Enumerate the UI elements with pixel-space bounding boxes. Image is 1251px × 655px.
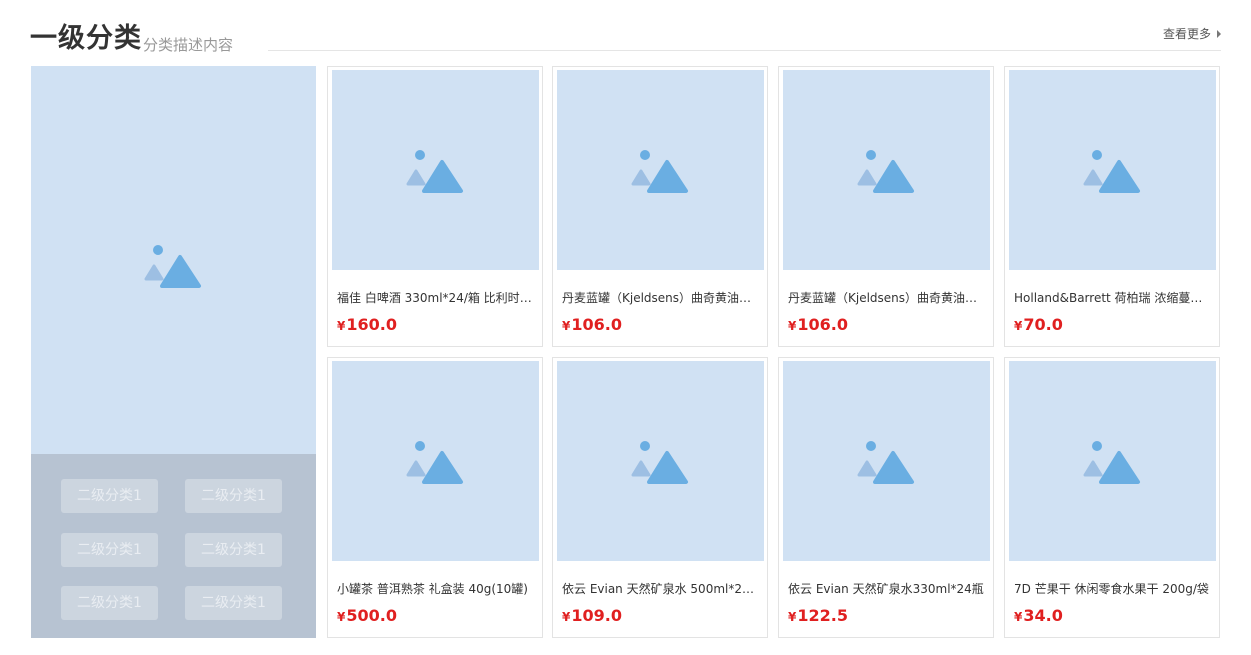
caret-right-icon xyxy=(1217,30,1221,38)
product-card[interactable]: 福佳 白啤酒 330ml*24/箱 比利时进口 ¥160.0 xyxy=(327,66,543,347)
currency-symbol: ¥ xyxy=(337,319,346,333)
product-name[interactable]: 小罐茶 普洱熟茶 礼盒装 40g(10罐) xyxy=(337,581,533,597)
image-placeholder-icon xyxy=(1083,441,1140,484)
product-image[interactable] xyxy=(1009,70,1216,270)
subcategory-button[interactable]: 二级分类1 xyxy=(61,586,158,620)
product-card[interactable]: 依云 Evian 天然矿泉水 500ml*24瓶 ¥109.0 xyxy=(552,357,768,638)
product-card[interactable]: 依云 Evian 天然矿泉水330ml*24瓶 ¥122.5 xyxy=(778,357,994,638)
product-name[interactable]: 丹麦蓝罐（Kjeldsens）曲奇黄油饼干 xyxy=(788,290,984,306)
subcategory-button[interactable]: 二级分类1 xyxy=(61,533,158,567)
currency-symbol: ¥ xyxy=(562,319,571,333)
currency-symbol: ¥ xyxy=(788,610,797,624)
image-placeholder-icon xyxy=(144,245,201,288)
product-price: ¥122.5 xyxy=(788,606,848,627)
product-card[interactable]: Holland&Barrett 荷柏瑞 浓缩蔓越莓 ¥70.0 xyxy=(1004,66,1220,347)
price-value: 122.5 xyxy=(797,606,848,625)
subcategory-panel: 二级分类1 二级分类1 二级分类1 二级分类1 二级分类1 二级分类1 xyxy=(31,454,316,638)
currency-symbol: ¥ xyxy=(562,610,571,624)
product-image[interactable] xyxy=(332,70,539,270)
subcategory-button[interactable]: 二级分类1 xyxy=(61,479,158,513)
price-value: 500.0 xyxy=(346,606,397,625)
product-card[interactable]: 7D 芒果干 休闲零食水果干 200g/袋 ¥34.0 xyxy=(1004,357,1220,638)
product-name[interactable]: 福佳 白啤酒 330ml*24/箱 比利时进口 xyxy=(337,290,533,306)
image-placeholder-icon xyxy=(406,441,463,484)
subcategory-button[interactable]: 二级分类1 xyxy=(185,479,282,513)
view-more-link[interactable]: 查看更多 xyxy=(1163,26,1221,42)
currency-symbol: ¥ xyxy=(337,610,346,624)
product-price: ¥106.0 xyxy=(788,315,848,336)
product-price: ¥160.0 xyxy=(337,315,397,336)
product-price: ¥500.0 xyxy=(337,606,397,627)
product-image[interactable] xyxy=(783,361,990,561)
header-divider xyxy=(268,50,1221,51)
product-image[interactable] xyxy=(557,70,764,270)
product-price: ¥109.0 xyxy=(562,606,622,627)
product-image[interactable] xyxy=(1009,361,1216,561)
image-placeholder-icon xyxy=(631,441,688,484)
product-image[interactable] xyxy=(332,361,539,561)
category-banner[interactable]: 二级分类1 二级分类1 二级分类1 二级分类1 二级分类1 二级分类1 xyxy=(31,66,316,638)
price-value: 106.0 xyxy=(797,315,848,334)
product-name[interactable]: 7D 芒果干 休闲零食水果干 200g/袋 xyxy=(1014,581,1210,597)
currency-symbol: ¥ xyxy=(1014,319,1023,333)
subcategory-button[interactable]: 二级分类1 xyxy=(185,586,282,620)
image-placeholder-icon xyxy=(1083,150,1140,193)
product-price: ¥70.0 xyxy=(1014,315,1063,336)
category-title: 一级分类 xyxy=(30,23,142,54)
price-value: 160.0 xyxy=(346,315,397,334)
product-name[interactable]: 丹麦蓝罐（Kjeldsens）曲奇黄油饼干 xyxy=(562,290,758,306)
price-value: 34.0 xyxy=(1023,606,1063,625)
product-image[interactable] xyxy=(557,361,764,561)
image-placeholder-icon xyxy=(857,441,914,484)
view-more-label: 查看更多 xyxy=(1162,27,1211,41)
product-name[interactable]: Holland&Barrett 荷柏瑞 浓缩蔓越莓 xyxy=(1014,290,1210,306)
image-placeholder-icon xyxy=(857,150,914,193)
product-card[interactable]: 小罐茶 普洱熟茶 礼盒装 40g(10罐) ¥500.0 xyxy=(327,357,543,638)
product-card[interactable]: 丹麦蓝罐（Kjeldsens）曲奇黄油饼干 ¥106.0 xyxy=(552,66,768,347)
image-placeholder-icon xyxy=(406,150,463,193)
section-header: 一级分类 分类描述内容 查看更多 xyxy=(30,22,1221,54)
product-name[interactable]: 依云 Evian 天然矿泉水 500ml*24瓶 xyxy=(562,581,758,597)
product-card[interactable]: 丹麦蓝罐（Kjeldsens）曲奇黄油饼干 ¥106.0 xyxy=(778,66,994,347)
product-image[interactable] xyxy=(783,70,990,270)
price-value: 70.0 xyxy=(1023,315,1063,334)
price-value: 109.0 xyxy=(571,606,622,625)
image-placeholder-icon xyxy=(631,150,688,193)
currency-symbol: ¥ xyxy=(1014,610,1023,624)
price-value: 106.0 xyxy=(571,315,622,334)
product-price: ¥34.0 xyxy=(1014,606,1063,627)
category-description: 分类描述内容 xyxy=(143,36,234,54)
product-price: ¥106.0 xyxy=(562,315,622,336)
currency-symbol: ¥ xyxy=(788,319,797,333)
subcategory-button[interactable]: 二级分类1 xyxy=(185,533,282,567)
product-name[interactable]: 依云 Evian 天然矿泉水330ml*24瓶 xyxy=(788,581,984,597)
